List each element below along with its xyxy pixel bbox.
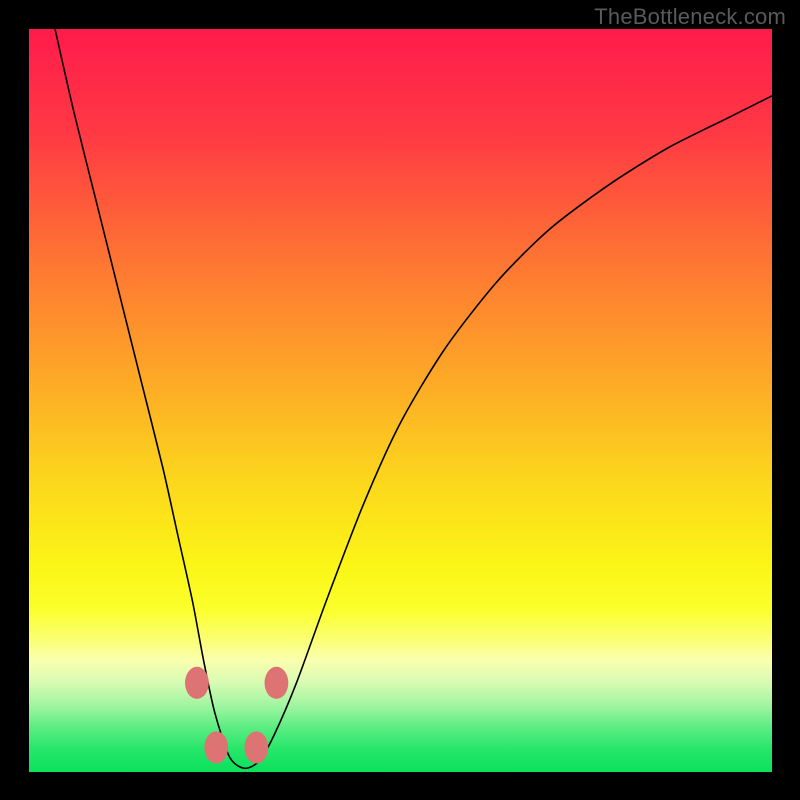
chart-frame: TheBottleneck.com: [0, 0, 800, 800]
plot-area: [29, 29, 772, 772]
watermark-text: TheBottleneck.com: [594, 4, 786, 30]
node-right-lower: [244, 731, 268, 763]
node-left-upper: [185, 667, 209, 699]
marker-layer: [29, 29, 772, 772]
node-right-upper: [265, 667, 289, 699]
node-left-lower: [204, 731, 228, 763]
